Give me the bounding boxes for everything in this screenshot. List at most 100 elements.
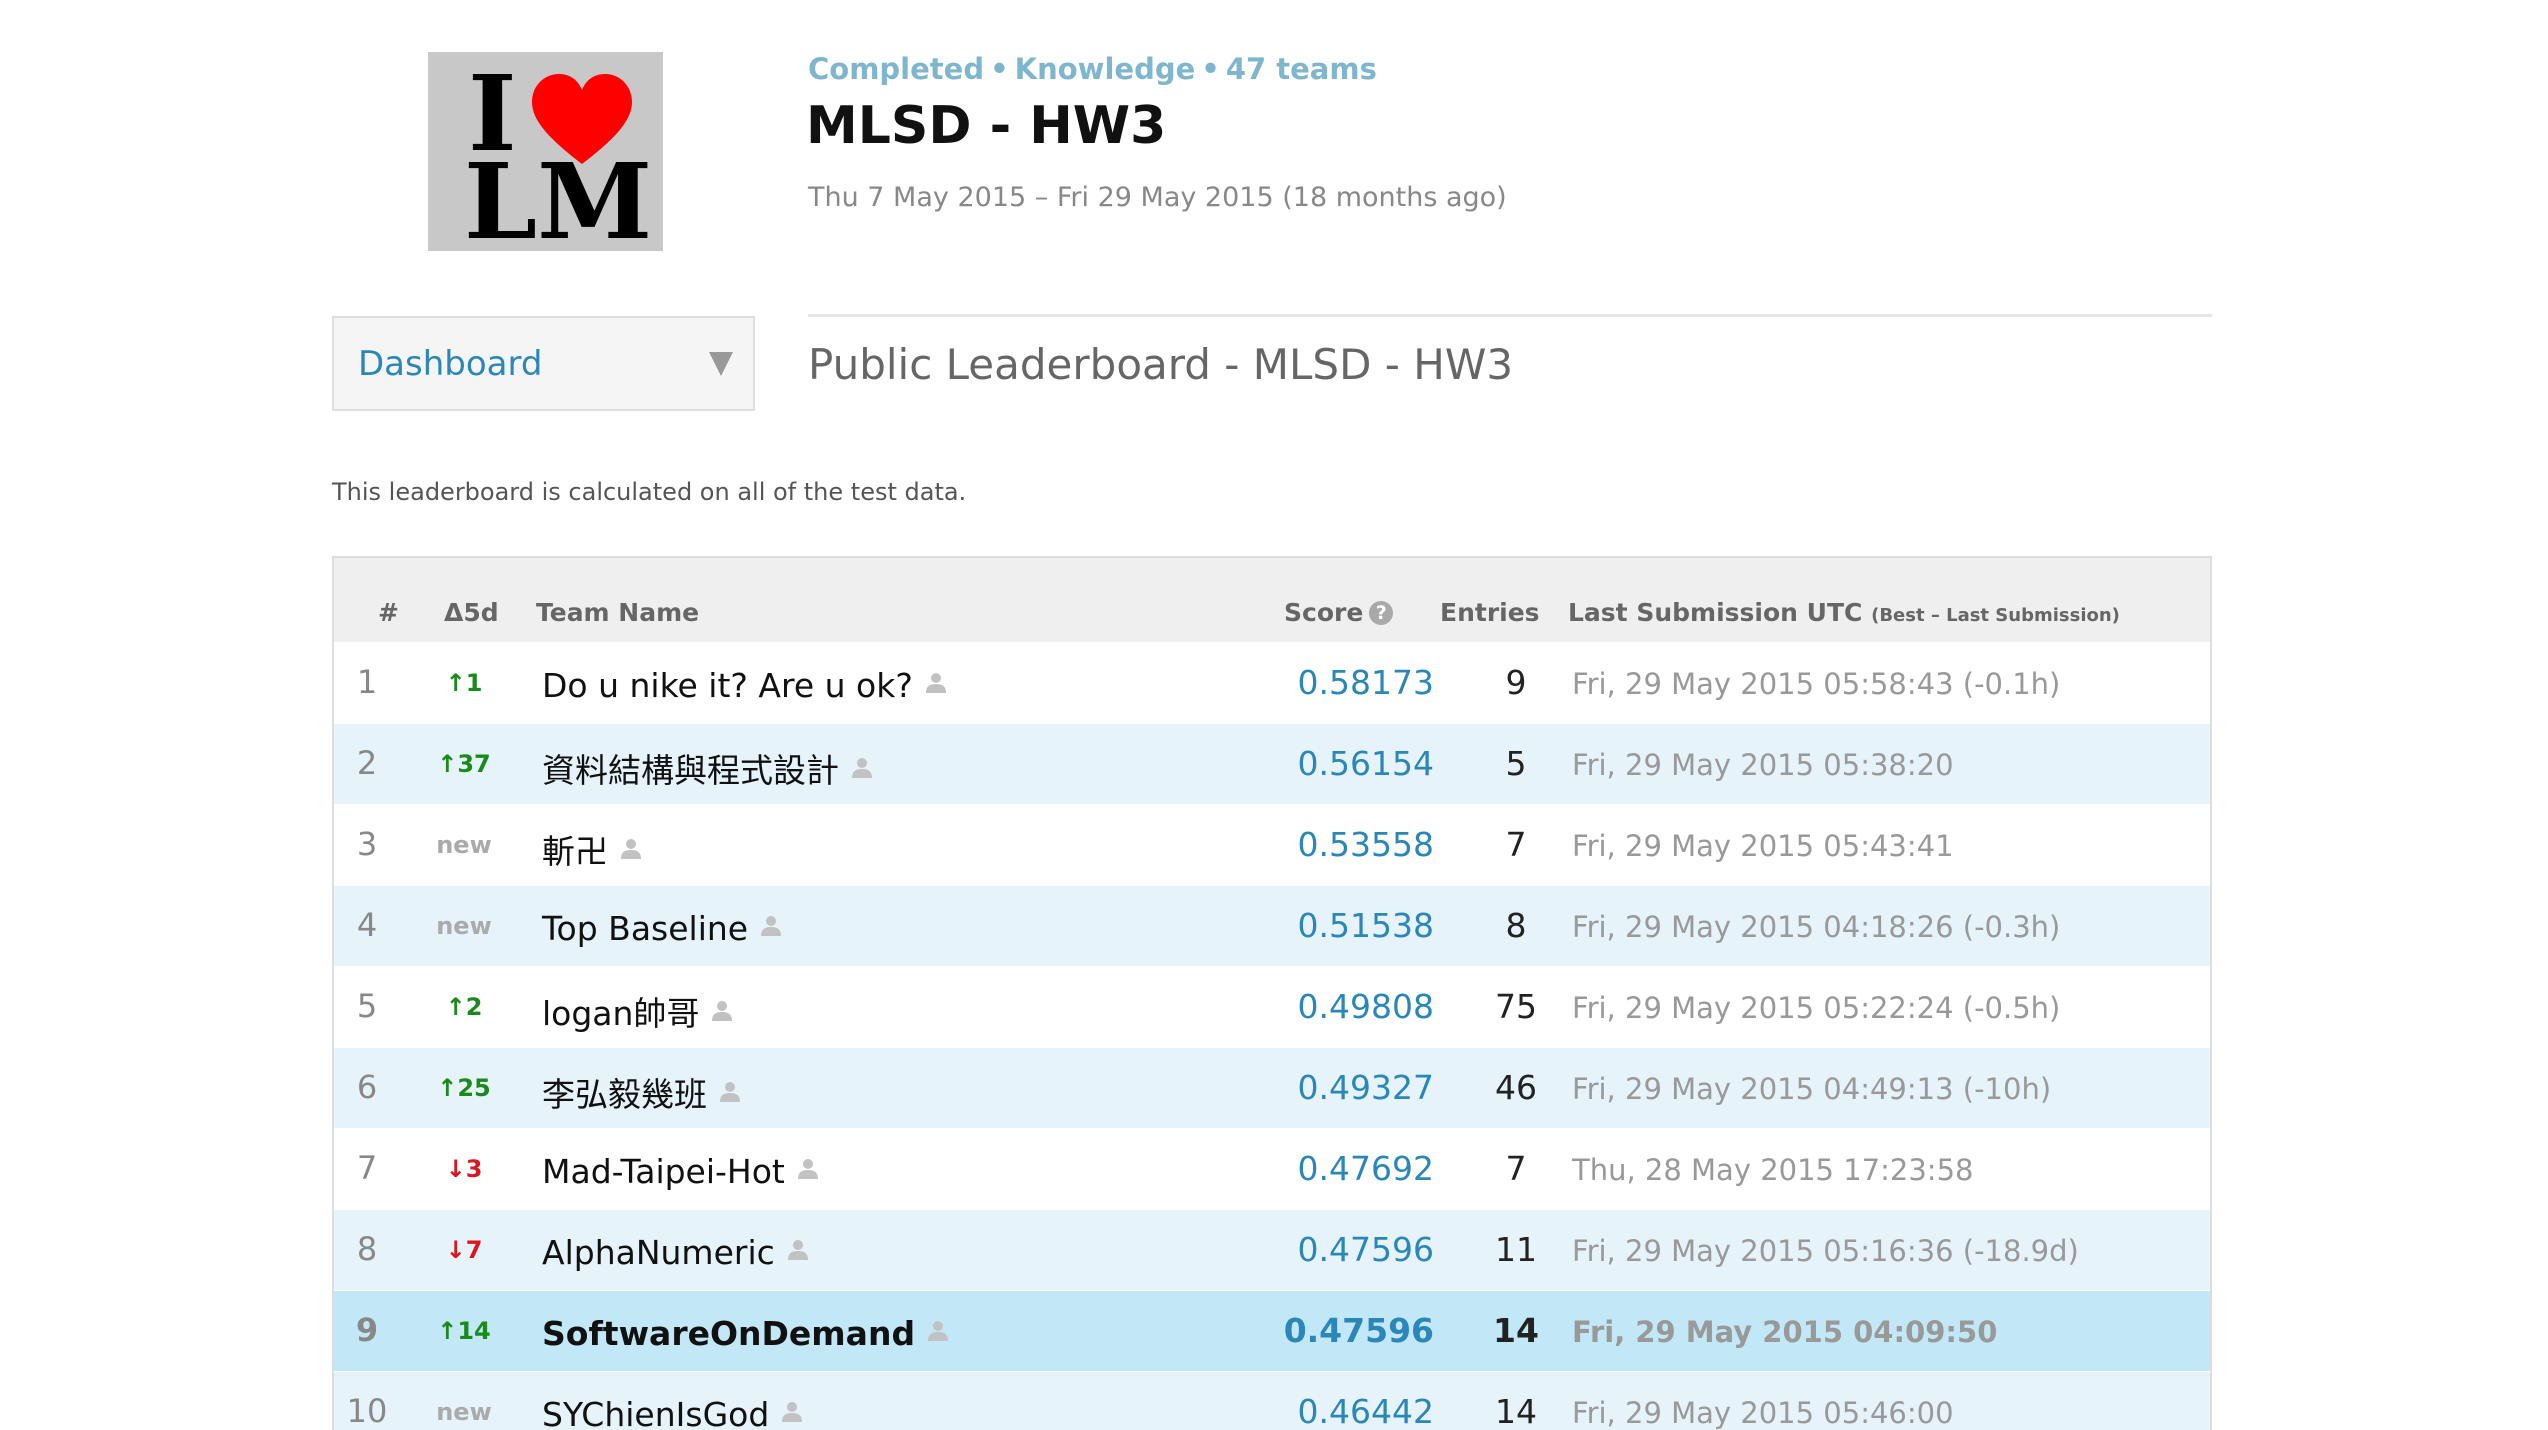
delta-cell: ↓7 <box>445 1236 483 1264</box>
delta-cell: ↑25 <box>437 1074 491 1102</box>
delta-cell: new <box>436 1398 492 1426</box>
score-link[interactable]: 0.46442 <box>1234 1392 1434 1430</box>
team-name-link[interactable]: 斬卍 <box>542 832 608 871</box>
team-members-icon[interactable] <box>760 906 782 945</box>
team-cell: 斬卍 <box>542 825 642 873</box>
delta-cell: ↓3 <box>445 1155 483 1183</box>
leaderboard-table: # Δ5d Team Name Score? Entries Last Subm… <box>332 556 2212 1430</box>
team-name-link[interactable]: Mad-Taipei-Hot <box>542 1152 785 1191</box>
table-row: 1 ↑1 Do u nike it? Are u ok? 0.58173 9 Fri, 2… <box>334 642 2210 723</box>
team-cell: Do u nike it? Are u ok? <box>542 663 947 705</box>
category-link[interactable]: Knowledge <box>1015 52 1196 86</box>
meta-separator: • <box>1201 52 1220 86</box>
team-members-icon[interactable] <box>787 1230 809 1269</box>
last-submission-cell: Fri, 29 May 2015 05:38:20 <box>1572 748 1954 782</box>
last-submission-cell: Fri, 29 May 2015 04:49:13 (-10h) <box>1572 1072 2052 1106</box>
team-members-icon[interactable] <box>925 663 947 702</box>
rank-cell: 4 <box>356 906 378 944</box>
team-cell: 資料結構與程式設計 <box>542 744 873 792</box>
team-cell: Mad-Taipei-Hot <box>542 1149 819 1191</box>
delta-cell: new <box>436 831 492 859</box>
team-name-link[interactable]: logan帥哥 <box>542 994 699 1033</box>
col-entries: Entries <box>1440 598 1540 627</box>
col-last-submission: Last Submission UTC (Best – Last Submiss… <box>1568 598 2120 627</box>
score-link[interactable]: 0.51538 <box>1234 906 1434 945</box>
team-members-icon[interactable] <box>711 991 733 1030</box>
rank-cell: 9 <box>355 1311 379 1349</box>
team-name-link[interactable]: Do u nike it? Are u ok? <box>542 666 913 705</box>
table-row: 3 new 斬卍 0.53558 7 Fri, 29 May 2015 05:43:41 <box>334 804 2210 885</box>
delta-cell: ↑2 <box>445 993 483 1021</box>
rank-cell: 6 <box>356 1068 378 1106</box>
help-icon[interactable]: ? <box>1369 601 1394 625</box>
col-score: Score? <box>1284 598 1394 627</box>
delta-cell: ↑37 <box>437 750 491 778</box>
divider <box>808 314 2212 317</box>
table-row: 7 ↓3 Mad-Taipei-Hot 0.47692 7 Thu, 28 May 201… <box>334 1128 2210 1209</box>
team-members-icon[interactable] <box>781 1392 803 1430</box>
last-submission-cell: Fri, 29 May 2015 05:46:00 <box>1572 1396 1954 1430</box>
dashboard-dropdown[interactable]: Dashboard <box>332 316 755 411</box>
team-members-icon[interactable] <box>927 1311 949 1350</box>
score-link[interactable]: 0.47596 <box>1234 1230 1434 1269</box>
delta-cell: ↑14 <box>437 1317 491 1345</box>
meta-separator: • <box>990 52 1009 86</box>
table-row: 2 ↑37 資料結構與程式設計 0.56154 5 Fri, 29 May 2015 05… <box>334 723 2210 804</box>
status-label: Completed <box>808 52 985 86</box>
col-score-label: Score <box>1284 598 1364 627</box>
score-link[interactable]: 0.58173 <box>1234 663 1434 702</box>
team-name-link[interactable]: AlphaNumeric <box>542 1233 775 1272</box>
team-members-icon[interactable] <box>620 829 642 868</box>
last-submission-cell: Fri, 29 May 2015 05:43:41 <box>1572 829 1954 863</box>
col-last-label: Last Submission UTC <box>1568 598 1863 627</box>
last-submission-cell: Fri, 29 May 2015 05:22:24 (-0.5h) <box>1572 991 2061 1025</box>
delta-cell: new <box>436 912 492 940</box>
team-name-link[interactable]: SYChienIsGod <box>542 1395 769 1430</box>
chevron-down-icon <box>709 352 733 376</box>
table-row: 10 new SYChienIsGod 0.46442 14 Fri, 29 May 20… <box>334 1371 2210 1430</box>
team-cell: SYChienIsGod <box>542 1392 803 1430</box>
table-row: 9 ↑14 SoftwareOnDemand 0.47596 14 Fri, 29 May… <box>334 1290 2210 1371</box>
team-name-link[interactable]: 李弘毅幾班 <box>542 1075 707 1114</box>
score-link[interactable]: 0.47692 <box>1234 1149 1434 1188</box>
dropdown-label: Dashboard <box>358 344 543 384</box>
page-title: MLSD - HW3 <box>806 96 1167 156</box>
rank-cell: 2 <box>356 744 378 782</box>
team-cell: AlphaNumeric <box>542 1230 809 1272</box>
delta-cell: ↑1 <box>445 669 483 697</box>
score-link[interactable]: 0.49327 <box>1234 1068 1434 1107</box>
rank-cell: 7 <box>356 1149 378 1187</box>
team-members-icon[interactable] <box>851 748 873 787</box>
competition-logo: I LM <box>428 52 663 251</box>
table-row: 6 ↑25 李弘毅幾班 0.49327 46 Fri, 29 May 2015 04:49… <box>334 1047 2210 1128</box>
rank-cell: 8 <box>356 1230 378 1268</box>
last-submission-cell: Fri, 29 May 2015 04:09:50 <box>1572 1315 1998 1349</box>
team-name-link[interactable]: Top Baseline <box>542 909 748 948</box>
rank-cell: 1 <box>356 663 378 701</box>
teams-count: 47 teams <box>1225 52 1377 86</box>
team-members-icon[interactable] <box>719 1072 741 1111</box>
team-cell: 李弘毅幾班 <box>542 1068 741 1116</box>
team-name-link[interactable]: 資料結構與程式設計 <box>542 751 839 790</box>
team-name-link[interactable]: SoftwareOnDemand <box>542 1314 915 1353</box>
logo-letters-lm: LM <box>464 140 652 251</box>
team-members-icon[interactable] <box>797 1149 819 1188</box>
date-range: Thu 7 May 2015 – Fri 29 May 2015 (18 mon… <box>808 182 1507 213</box>
rank-cell: 3 <box>356 825 378 863</box>
col-delta: Δ5d <box>444 598 499 627</box>
table-row: 5 ↑2 logan帥哥 0.49808 75 Fri, 29 May 2015 05:2… <box>334 966 2210 1047</box>
rank-cell: 5 <box>356 987 378 1025</box>
score-link[interactable]: 0.47596 <box>1234 1311 1434 1350</box>
score-link[interactable]: 0.49808 <box>1234 987 1434 1026</box>
table-body: 1 ↑1 Do u nike it? Are u ok? 0.58173 9 Fri, 2… <box>334 642 2210 1430</box>
last-submission-cell: Fri, 29 May 2015 05:16:36 (-18.9d) <box>1572 1234 2079 1268</box>
leaderboard-note: This leaderboard is calculated on all of… <box>332 478 967 506</box>
col-rank: # <box>378 598 399 627</box>
score-link[interactable]: 0.53558 <box>1234 825 1434 864</box>
col-team: Team Name <box>536 598 700 627</box>
score-link[interactable]: 0.56154 <box>1234 744 1434 783</box>
last-submission-cell: Fri, 29 May 2015 04:18:26 (-0.3h) <box>1572 910 2061 944</box>
table-row: 4 new Top Baseline 0.51538 8 Fri, 29 May 2015… <box>334 885 2210 966</box>
col-last-sublabel: (Best – Last Submission) <box>1871 605 2120 626</box>
table-row: 8 ↓7 AlphaNumeric 0.47596 11 Fri, 29 May 2015… <box>334 1209 2210 1290</box>
